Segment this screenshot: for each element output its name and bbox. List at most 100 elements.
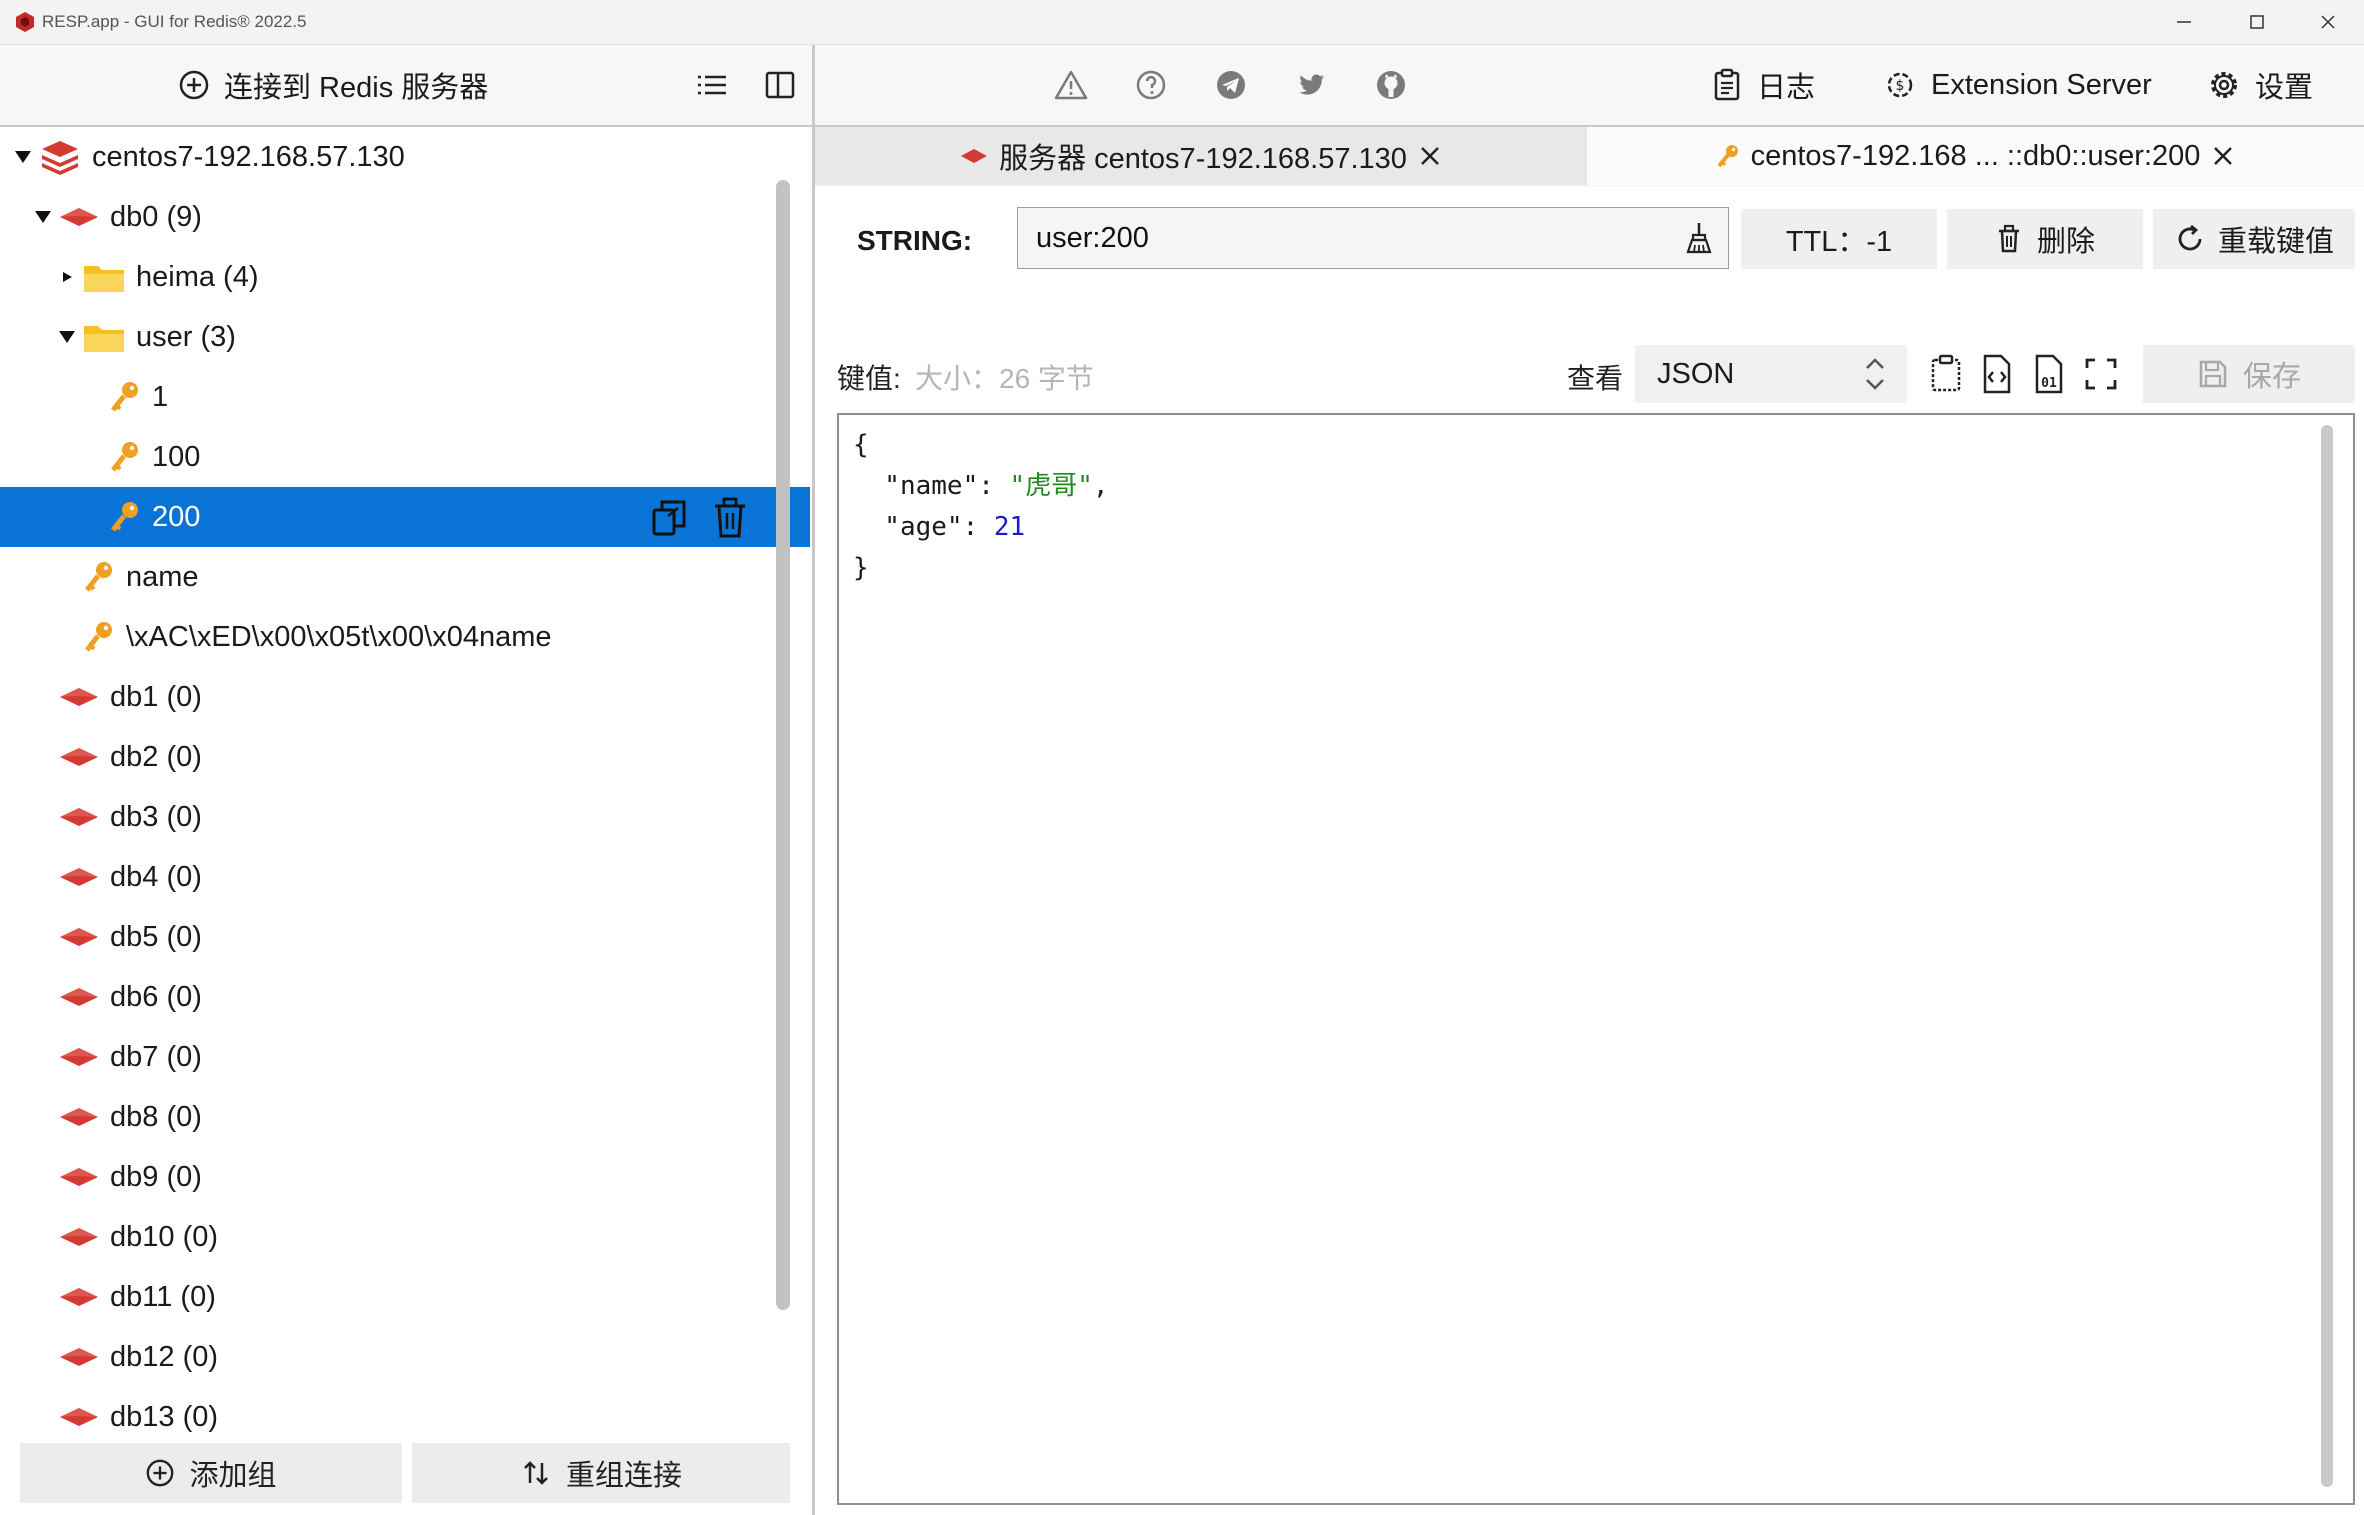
database-icon — [58, 1346, 100, 1368]
tab-key-user-200[interactable]: centos7-192.168 ... ::db0::user:200 — [1587, 127, 2364, 185]
folder-icon — [82, 260, 126, 294]
tree-item-label: db10 (0) — [110, 1220, 219, 1253]
help-icon[interactable] — [1133, 67, 1169, 103]
save-icon — [2199, 360, 2227, 388]
svg-text:01: 01 — [2041, 376, 2057, 391]
tree-item[interactable]: db13 (0) — [0, 1387, 810, 1447]
tree-scrollbar[interactable] — [776, 180, 790, 1310]
tree-item[interactable]: db9 (0) — [0, 1147, 810, 1207]
broom-icon[interactable] — [1682, 220, 1716, 256]
tree-item-label: db12 (0) — [110, 1340, 219, 1373]
copy-icon[interactable] — [648, 496, 692, 540]
tree-item[interactable]: \xAC\xED\x00\x05t\x00\x04name — [0, 607, 810, 667]
telegram-icon[interactable] — [1213, 67, 1249, 103]
main-toolbar: 日志 $ Extension Server 设置 — [815, 45, 2364, 127]
maximize-icon[interactable] — [2245, 10, 2269, 34]
tree-item[interactable]: db11 (0) — [0, 1267, 810, 1327]
tree-item[interactable]: db6 (0) — [0, 967, 810, 1027]
tree-item[interactable]: db8 (0) — [0, 1087, 810, 1147]
formatter-select[interactable]: JSON — [1635, 345, 1907, 403]
json-comma: , — [1092, 471, 1109, 501]
tree-item[interactable]: name — [0, 547, 810, 607]
fullscreen-icon[interactable] — [2079, 352, 2123, 396]
value-size: 大小：26 字节 — [915, 363, 1094, 394]
list-view-icon[interactable] — [694, 67, 730, 103]
json-brace-open: { — [853, 430, 869, 460]
reload-key-button[interactable]: 重载键值 — [2153, 209, 2355, 269]
close-tab-icon[interactable] — [2210, 143, 2236, 169]
tree-item[interactable]: db7 (0) — [0, 1027, 810, 1087]
binary-file-icon[interactable]: 01 — [2027, 352, 2071, 396]
key-row-actions — [648, 496, 750, 540]
tree-item[interactable]: user (3) — [0, 307, 810, 367]
json-code: { "name": "虎哥", "age": 21 } — [853, 425, 1109, 589]
tree-item[interactable]: heima (4) — [0, 247, 810, 307]
tree-item[interactable]: 100 — [0, 427, 810, 487]
key-name-field[interactable]: user:200 — [1017, 207, 1729, 269]
value-editor[interactable]: { "name": "虎哥", "age": 21 } — [837, 413, 2355, 1505]
tree-item-label: db2 (0) — [110, 740, 202, 773]
copy-to-clipboard-icon[interactable] — [1925, 352, 1969, 396]
database-icon — [58, 1166, 100, 1188]
warning-icon[interactable] — [1053, 67, 1089, 103]
reload-key-label: 重载键值 — [2217, 226, 2334, 258]
close-window-icon[interactable] — [2316, 10, 2340, 34]
settings-label: 设置 — [2255, 72, 2314, 104]
expand-arrow-icon[interactable] — [32, 209, 54, 225]
tree-item[interactable]: db12 (0) — [0, 1327, 810, 1387]
minimize-icon[interactable] — [2172, 10, 2196, 34]
tree-item-label: db8 (0) — [110, 1100, 202, 1133]
connect-server-label: 连接到 Redis 服务器 — [224, 72, 489, 104]
tree-item[interactable]: db2 (0) — [0, 727, 810, 787]
key-icon — [82, 559, 116, 595]
ttl-button[interactable]: TTL：-1 — [1741, 209, 1937, 269]
delete-key-label: 删除 — [2036, 226, 2095, 258]
expand-arrow-icon[interactable] — [12, 149, 34, 165]
collapse-arrow-icon[interactable] — [56, 270, 78, 284]
save-value-button[interactable]: 保存 — [2143, 345, 2355, 403]
key-icon — [108, 439, 142, 475]
twitter-icon[interactable] — [1293, 67, 1329, 103]
connections-toolbar: 连接到 Redis 服务器 — [0, 45, 812, 127]
tree-item[interactable]: db10 (0) — [0, 1207, 810, 1267]
title-bar: RESP.app - GUI for Redis® 2022.5 — [0, 0, 2364, 45]
tree-item-label: db9 (0) — [110, 1160, 202, 1193]
main-panel: 日志 $ Extension Server 设置 服务器 centos7-192… — [815, 45, 2364, 1515]
panel-layout-icon[interactable] — [762, 67, 798, 103]
tree-item-label: 1 — [152, 380, 169, 413]
log-label: 日志 — [1757, 72, 1816, 104]
tree-item-label: centos7-192.168.57.130 — [92, 140, 405, 173]
tree-item-label: db4 (0) — [110, 860, 202, 893]
tab-server-info[interactable]: 服务器 centos7-192.168.57.130 — [815, 127, 1587, 185]
database-icon — [58, 866, 100, 888]
tree-item[interactable]: 1 — [0, 367, 810, 427]
formatter-selected: JSON — [1657, 357, 1735, 390]
tree-item[interactable]: centos7-192.168.57.130 — [0, 127, 810, 187]
trash-icon — [1998, 224, 2019, 253]
reorder-connections-button[interactable]: 重组连接 — [412, 1443, 790, 1503]
connect-server-button[interactable]: 连接到 Redis 服务器 — [178, 63, 488, 107]
tree-item[interactable]: db0 (9) — [0, 187, 810, 247]
delete-key-button[interactable]: 删除 — [1947, 209, 2143, 269]
tree-item[interactable]: db3 (0) — [0, 787, 810, 847]
github-icon[interactable] — [1373, 67, 1409, 103]
json-key-age: "age": — [853, 512, 994, 542]
log-button[interactable]: 日志 — [1711, 65, 1815, 105]
extension-server-button[interactable]: $ Extension Server — [1883, 65, 2152, 105]
editor-scrollbar[interactable] — [2321, 425, 2333, 1487]
tree-item[interactable]: db1 (0) — [0, 667, 810, 727]
tree-item-label: db0 (9) — [110, 200, 202, 233]
code-file-icon[interactable] — [1975, 352, 2019, 396]
json-value-name: "虎哥" — [1009, 471, 1093, 501]
tree-item[interactable]: db5 (0) — [0, 907, 810, 967]
trash-icon[interactable] — [710, 496, 750, 540]
close-tab-icon[interactable] — [1417, 143, 1443, 169]
settings-button[interactable]: 设置 — [2207, 65, 2313, 105]
window-title: RESP.app - GUI for Redis® 2022.5 — [42, 12, 307, 31]
key-icon — [82, 619, 116, 655]
expand-arrow-icon[interactable] — [56, 329, 78, 345]
tree-item[interactable]: 200 — [0, 487, 810, 547]
add-group-button[interactable]: 添加组 — [20, 1443, 402, 1503]
view-as-label: 查看 — [1567, 363, 1624, 394]
tree-item[interactable]: db4 (0) — [0, 847, 810, 907]
